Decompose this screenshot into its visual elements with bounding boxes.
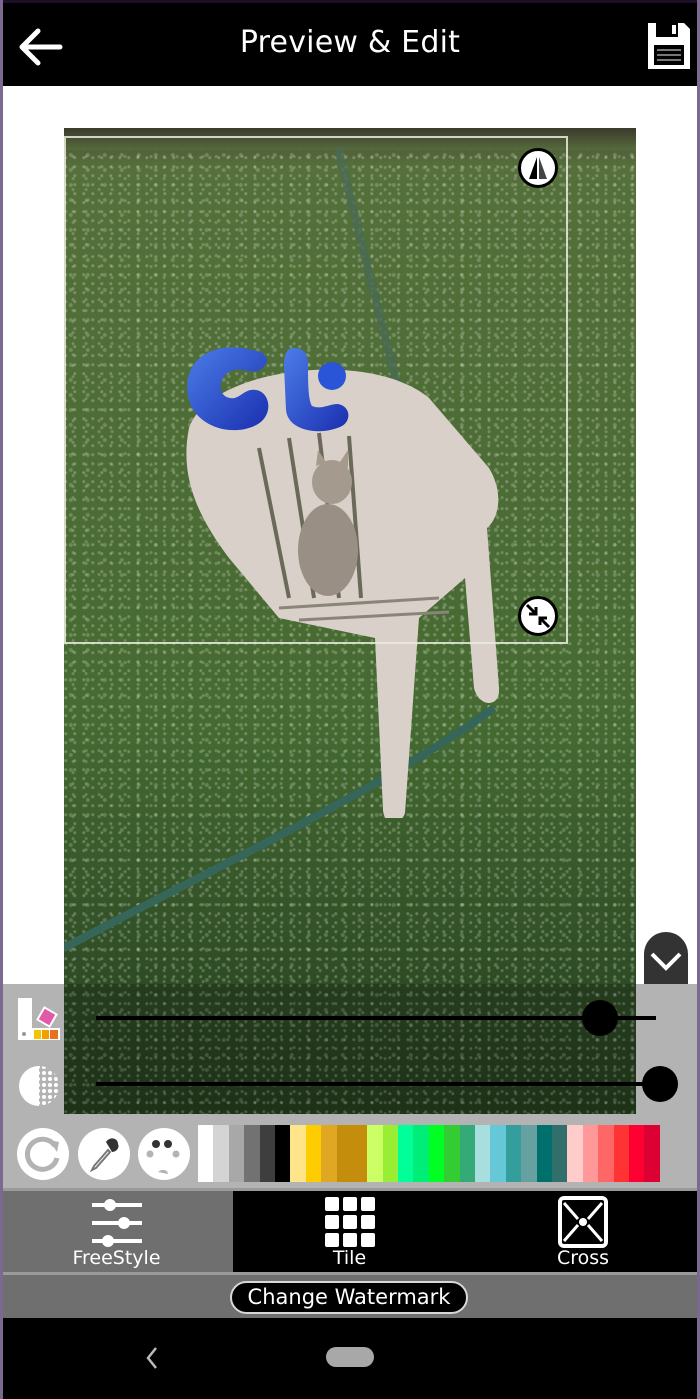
flip-horizontal-icon [529,157,547,179]
app-header: Preview & Edit [0,0,700,86]
color-swatch[interactable] [505,1125,522,1182]
color-swatch[interactable] [290,1125,306,1182]
color-swatch[interactable] [598,1125,614,1182]
system-navigation-bar [0,1318,700,1399]
color-swatch[interactable] [382,1125,399,1182]
color-swatch[interactable] [274,1125,291,1182]
chevron-down-icon [650,952,682,971]
opacity-icon [19,1066,59,1106]
page-title: Preview & Edit [239,25,461,60]
palette-button[interactable] [138,1128,190,1180]
color-swatch[interactable] [336,1125,352,1182]
color-swatch[interactable] [213,1125,229,1182]
palette-icon [146,1140,180,1174]
size-control-button[interactable] [16,996,64,1042]
save-button[interactable] [646,21,692,71]
watermark-action-bar: Change Watermark [0,1272,700,1318]
color-swatch[interactable] [475,1125,491,1182]
color-swatch[interactable] [644,1125,660,1182]
color-swatch[interactable] [244,1125,260,1182]
color-swatches [198,1125,660,1182]
watermark-logo[interactable] [182,340,358,440]
color-swatch[interactable] [321,1125,337,1182]
color-swatch[interactable] [228,1125,245,1182]
tab-tile[interactable]: Tile [233,1191,466,1275]
color-swatch[interactable] [551,1125,568,1182]
color-swatch[interactable] [567,1125,583,1182]
collapse-panel-button[interactable] [644,932,688,984]
tab-freestyle[interactable]: FreeStyle [0,1191,233,1275]
window-frame-left [0,0,3,1399]
color-swatch[interactable] [521,1125,537,1182]
opacity-slider-thumb[interactable] [642,1066,678,1102]
color-swatch[interactable] [536,1125,552,1182]
size-slider[interactable] [96,1000,656,1036]
size-color-icon [18,998,60,1040]
color-swatch[interactable] [444,1125,460,1182]
color-swatch[interactable] [490,1125,506,1182]
size-slider-track [96,1016,656,1020]
cross-box-icon [558,1196,608,1248]
color-swatch[interactable] [351,1125,368,1182]
color-swatch[interactable] [398,1125,414,1182]
opacity-slider[interactable] [96,1066,678,1102]
size-slider-thumb[interactable] [582,1000,618,1036]
resize-watermark-button[interactable] [518,596,558,636]
sliders-icon [91,1199,142,1247]
tab-freestyle-label: FreeStyle [72,1247,161,1269]
opacity-control-button[interactable] [17,1064,61,1108]
nav-home-pill-icon[interactable] [326,1347,374,1367]
tab-cross-label: Cross [556,1247,610,1269]
tab-tile-label: Tile [332,1247,367,1269]
color-swatch[interactable] [413,1125,429,1182]
color-swatch[interactable] [459,1125,476,1182]
color-swatch[interactable] [582,1125,599,1182]
color-swatch[interactable] [628,1125,645,1182]
color-swatch[interactable] [428,1125,445,1182]
eyedropper-icon [89,1138,119,1173]
change-watermark-button[interactable]: Change Watermark [230,1281,468,1314]
floppy-disk-icon [648,23,690,69]
opacity-slider-track [96,1082,660,1086]
grid-icon [324,1197,375,1247]
rotate-button[interactable] [17,1128,69,1180]
flip-watermark-button[interactable] [518,148,558,188]
tab-cross[interactable]: Cross [466,1191,700,1275]
color-swatch[interactable] [259,1125,275,1182]
rotate-icon [24,1136,60,1172]
nav-back-icon[interactable] [140,1344,164,1372]
color-swatch[interactable] [613,1125,629,1182]
color-swatch[interactable] [305,1125,322,1182]
color-swatch[interactable] [367,1125,383,1182]
color-swatch[interactable] [198,1125,214,1182]
color-picker-button[interactable] [78,1128,130,1180]
resize-arrows-icon [525,603,551,629]
mode-tabs: FreeStyle Tile Cross [0,1188,700,1275]
